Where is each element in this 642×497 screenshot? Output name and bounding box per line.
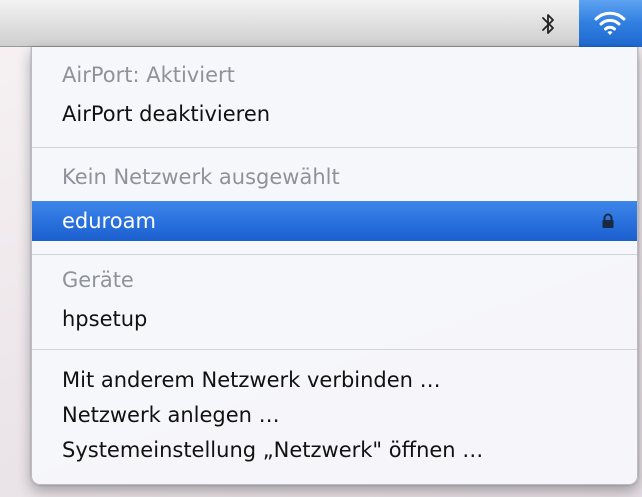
menu-bar [0,0,642,47]
menu-separator [32,349,637,350]
wifi-icon [594,11,626,35]
connect-other-network-item[interactable]: Mit anderem Netzwerk verbinden … [32,361,637,399]
network-status-label: Kein Netzwerk ausgewählt [62,165,340,189]
wifi-menu-extra[interactable] [579,0,642,47]
menu-separator [32,147,637,148]
wifi-dropdown-menu: AirPort: Aktiviert AirPort deaktivieren … [31,47,638,485]
menu-separator [32,254,637,255]
airport-deactivate-item[interactable]: AirPort deaktivieren [32,95,637,133]
create-network-item[interactable]: Netzwerk anlegen … [32,396,637,434]
devices-header: Geräte [62,268,134,292]
network-name: eduroam [62,209,156,233]
network-item-eduroam[interactable]: eduroam [32,201,637,241]
lock-icon [602,213,614,228]
airport-status-label: AirPort: Aktiviert [62,63,235,87]
open-network-preferences-item[interactable]: Systemeinstellung „Netzwerk" öffnen … [32,431,637,469]
device-item-hpsetup[interactable]: hpsetup [32,300,637,338]
bluetooth-icon[interactable] [539,11,557,37]
